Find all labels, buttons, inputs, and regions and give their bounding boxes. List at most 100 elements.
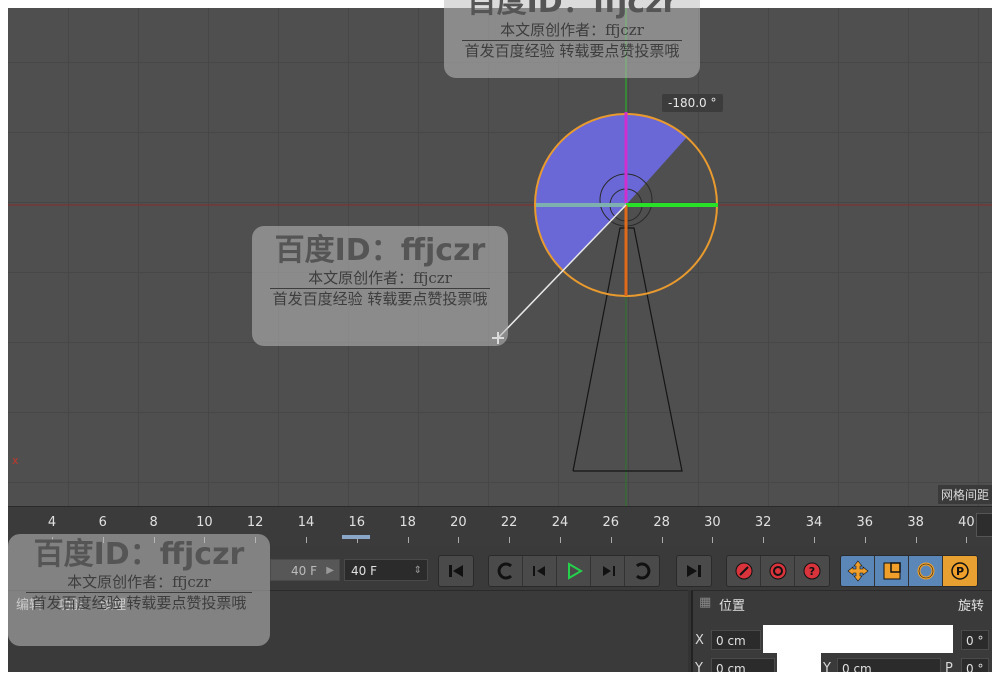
next-key-icon [635, 562, 651, 580]
timeline-tick-mark [814, 537, 815, 543]
play-small-icon: ▶ [326, 565, 334, 576]
go-to-end-button[interactable] [677, 556, 711, 586]
move-key-button[interactable] [841, 556, 875, 586]
timeline-tick-label: 4 [47, 515, 57, 530]
position-y-field[interactable]: 0 cm [711, 658, 775, 672]
keyframe-help-button[interactable]: ? [795, 556, 829, 586]
rotate-key-button[interactable] [909, 556, 943, 586]
timeline-tick-label: 30 [704, 515, 721, 530]
autokey-button[interactable] [761, 556, 795, 586]
erased-region [763, 625, 953, 653]
timeline-tick-label: 34 [805, 515, 823, 530]
watermark-author: 本文原创作者：ffjczr [500, 21, 644, 39]
coordinates-panel: ▦ 位置 旋转 X 0 cm 0 ° Y 0 cm ⇕ Y 0 cm P 0 ° [691, 590, 992, 672]
key-type-group: P [840, 555, 978, 587]
position-x-value: 0 cm [716, 634, 746, 648]
scale-key-button[interactable] [875, 556, 909, 586]
watermark-author: 本文原创作者：ffjczr [67, 573, 211, 591]
x-axis-label: X [695, 633, 704, 648]
timeline-tick-mark [306, 537, 307, 543]
timeline-tick-label: 36 [856, 515, 874, 530]
grid-spacing-label: 网格间距 [937, 485, 992, 504]
position-y-value: 0 cm [716, 662, 746, 672]
size-y-value: 0 cm [842, 662, 872, 672]
erased-region-small [777, 651, 821, 672]
timeline-tick-mark [560, 537, 561, 543]
timeline-tick-label: 10 [196, 515, 213, 530]
timeline-tick-mark [407, 537, 409, 543]
current-frame-indicator[interactable] [342, 535, 370, 539]
rotation-h-field[interactable]: 0 ° [961, 630, 989, 650]
rotation-sweep-left [535, 114, 626, 270]
timeline-tick-label: 16 [348, 515, 366, 530]
watermark-brand: 百度ID：ffjczr [466, 0, 678, 20]
timeline-tick-label: 14 [297, 515, 315, 530]
timeline-tick-label: 20 [450, 515, 467, 530]
coordinates-header: ▦ 位置 旋转 [693, 591, 992, 617]
max-frame-field[interactable]: 40 F ⇕ [344, 559, 428, 581]
svg-text:P: P [956, 565, 964, 578]
end-frame-value: 40 F [291, 564, 317, 578]
prev-key-button[interactable] [489, 556, 523, 586]
rotation-p-value: 0 ° [966, 662, 984, 672]
watermark-notice: 首发百度经验 转载要点赞投票哦 [464, 42, 680, 60]
coord-row-y: Y 0 cm ⇕ Y 0 cm P 0 ° [693, 657, 992, 672]
keyframe-help-icon: ? [803, 562, 821, 580]
prev-frame-button[interactable] [523, 556, 557, 586]
next-frame-icon [602, 566, 615, 576]
rotate-key-icon [917, 562, 934, 580]
timeline-tick-mark [966, 537, 968, 543]
timeline-tick-mark [915, 537, 917, 543]
timeline-tick-label: 18 [399, 515, 416, 530]
watermark-middle: 百度ID：ffjczr 本文原创作者：ffjczr 首发百度经验 转载要点赞投票… [252, 226, 508, 346]
record-group: ? [726, 555, 830, 587]
timeline-tick-mark [763, 537, 765, 543]
point-level-icon: P [951, 562, 969, 580]
position-x-field[interactable]: 0 cm [711, 630, 761, 650]
timeline-tick-mark [661, 537, 663, 543]
spinner-icon: ⇕ [413, 565, 422, 576]
rotation-label: 旋转 [957, 599, 984, 614]
watermark-top: 百度ID：ffjczr 本文原创作者：ffjczr 首发百度经验 转载要点赞投票… [444, 0, 700, 78]
record-keys-icon [735, 562, 752, 580]
scale-key-icon [883, 562, 901, 580]
prev-frame-icon [532, 566, 545, 576]
rotation-angle-readout: -180.0 ° [662, 94, 723, 112]
svg-text:?: ? [809, 565, 815, 578]
play-icon [567, 562, 583, 580]
next-frame-button[interactable] [591, 556, 625, 586]
position-label: 位置 [719, 599, 746, 614]
next-key-button[interactable] [625, 556, 659, 586]
watermark-bottom: 百度ID：ffjczr 本文原创作者：ffjczr 首发百度经验 转载要点赞投票… [8, 534, 270, 646]
timeline-tick-mark [610, 537, 612, 543]
watermark-notice: 首发百度经验 转载要点赞投票哦 [31, 594, 247, 612]
x-axis-marker: x [12, 454, 19, 467]
timeline-tick-label: 40 [958, 515, 975, 530]
watermark-brand: 百度ID：ffjczr [274, 233, 486, 268]
timeline-tick-label: 26 [602, 515, 620, 530]
watermark-notice: 首发百度经验 转载要点赞投票哦 [272, 290, 488, 308]
size-y-label: Y [823, 661, 831, 672]
max-frame-value: 40 F [351, 564, 377, 578]
record-keys-button[interactable] [727, 556, 761, 586]
watermark-author: 本文原创作者：ffjczr [308, 269, 452, 287]
panel-grip-icon: ▦ [699, 595, 712, 610]
timeline-tick-label: 8 [149, 515, 158, 530]
point-level-button[interactable]: P [943, 556, 977, 586]
timeline-tick-label: 24 [551, 515, 569, 530]
end-frame-field[interactable]: 40 F ▶ [270, 559, 340, 581]
go-to-end-icon [687, 565, 701, 577]
size-y-field[interactable]: 0 cm [837, 658, 941, 672]
timeline-tick-label: 38 [907, 515, 924, 530]
timeline-tick-mark [458, 537, 460, 543]
autokey-icon [769, 562, 786, 580]
rotation-p-field[interactable]: 0 ° [961, 658, 989, 672]
frame-field-edge[interactable] [976, 513, 992, 537]
go-to-start-icon [449, 565, 463, 577]
go-to-start-button[interactable] [439, 556, 473, 586]
play-button[interactable] [557, 556, 591, 586]
timeline-tick-label: 12 [246, 515, 264, 530]
start-button-group [438, 555, 474, 587]
timeline-tick-mark [864, 537, 866, 543]
timeline-tick-label: 22 [500, 515, 518, 530]
